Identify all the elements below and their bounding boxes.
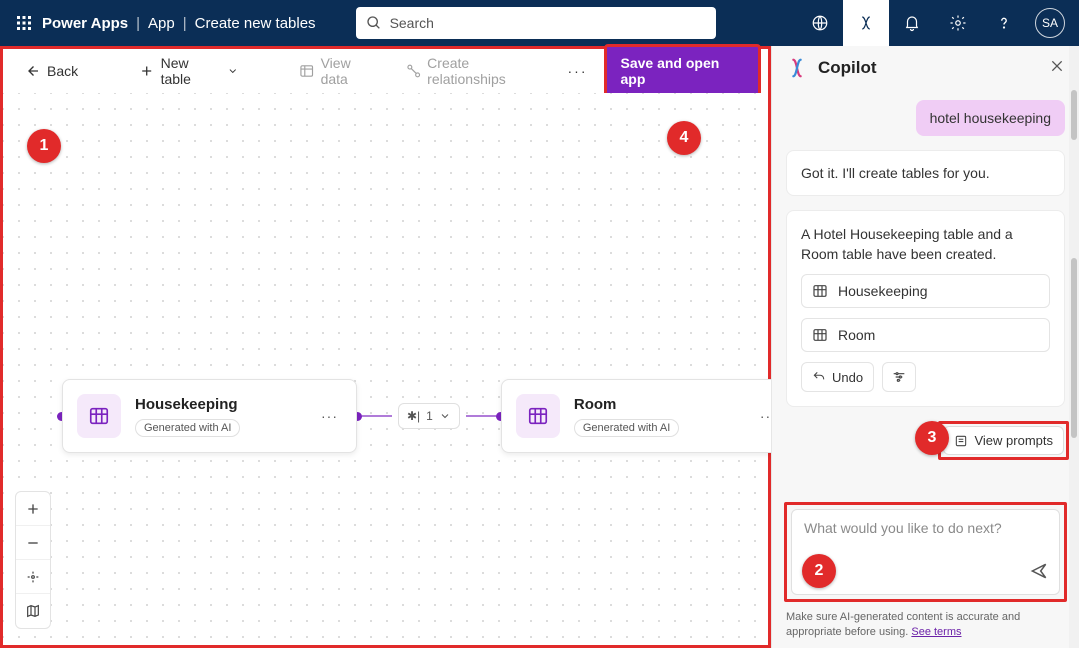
callout-badge: 4 [667,121,701,155]
generated-table-link[interactable]: Room [801,318,1050,352]
ai-badge: Generated with AI [135,419,240,437]
table-name: Housekeeping [135,396,303,413]
breadcrumb: Power Apps | App | Create new tables [42,15,316,32]
copilot-pane: Copilot hotel housekeeping Got it. I'll … [771,46,1079,648]
copilot-input[interactable]: What would you like to do next? 2 [791,509,1060,595]
chat-bot-card: A Hotel Housekeeping table and a Room ta… [786,210,1065,407]
scrollbar[interactable] [1069,46,1079,648]
node-more-menu[interactable]: ··· [317,408,342,424]
copilot-placeholder: What would you like to do next? [804,520,1047,536]
chat-user-message: hotel housekeeping [916,100,1065,136]
designer-canvas: Back New table View data Create relation… [0,46,771,648]
new-table-button[interactable]: New table [129,49,248,93]
search-input[interactable]: Search [356,7,716,39]
help-icon[interactable] [981,0,1027,46]
breadcrumb-page: Create new tables [195,15,316,32]
scrollbar-thumb[interactable] [1071,90,1077,140]
copilot-input-area: What would you like to do next? 2 [784,502,1067,602]
relationship-link [362,415,392,417]
canvas-surface[interactable] [3,93,768,645]
relationship-badge[interactable]: ✱|1 [398,403,460,429]
chat-bot-card-text: A Hotel Housekeeping table and a Room ta… [801,225,1050,264]
see-terms-link[interactable]: See terms [911,626,961,638]
breadcrumb-appname[interactable]: App [148,15,175,32]
settings-icon[interactable] [935,0,981,46]
copilot-toggle-icon[interactable] [843,0,889,46]
avatar[interactable]: SA [1035,8,1065,38]
notifications-icon[interactable] [889,0,935,46]
undo-button[interactable]: Undo [801,362,874,392]
breadcrumb-app[interactable]: Power Apps [42,15,128,32]
ai-disclaimer: Make sure AI-generated content is accura… [784,602,1067,642]
send-button[interactable] [1029,561,1049,586]
canvas-tools [15,491,51,629]
view-data-button[interactable]: View data [289,49,390,93]
table-name: Room [574,396,742,413]
relationship-link [466,415,496,417]
view-prompts-wrapper: View prompts [938,421,1069,460]
generated-table-link[interactable]: Housekeeping [801,274,1050,308]
callout-badge: 3 [915,421,949,455]
chevron-down-icon [227,65,239,77]
view-prompts-button[interactable]: View prompts [943,426,1064,455]
close-button[interactable] [1049,58,1065,79]
zoom-in-button[interactable] [16,492,50,526]
zoom-out-button[interactable] [16,526,50,560]
environment-icon[interactable] [797,0,843,46]
fit-view-button[interactable] [16,560,50,594]
more-menu[interactable]: ··· [564,57,592,85]
map-button[interactable] [16,594,50,628]
callout-badge: 1 [27,129,61,163]
filter-button[interactable] [882,362,916,392]
ai-badge: Generated with AI [574,419,679,437]
chat-bot-message: Got it. I'll create tables for you. [786,150,1065,196]
back-button[interactable]: Back [13,56,88,86]
table-node-room[interactable]: Room Generated with AI ··· [501,379,796,453]
table-icon [77,394,121,438]
copilot-logo-icon [786,57,808,79]
table-node-housekeeping[interactable]: Housekeeping Generated with AI ··· [62,379,357,453]
callout-badge: 2 [802,554,836,588]
save-and-open-button[interactable]: Save and open app [604,44,761,98]
create-relationships-button[interactable]: Create relationships [396,49,558,93]
scrollbar-thumb[interactable] [1071,258,1077,438]
copilot-title: Copilot [818,58,1039,78]
app-launcher-icon[interactable] [6,15,42,31]
search-placeholder: Search [390,15,434,31]
table-icon [516,394,560,438]
